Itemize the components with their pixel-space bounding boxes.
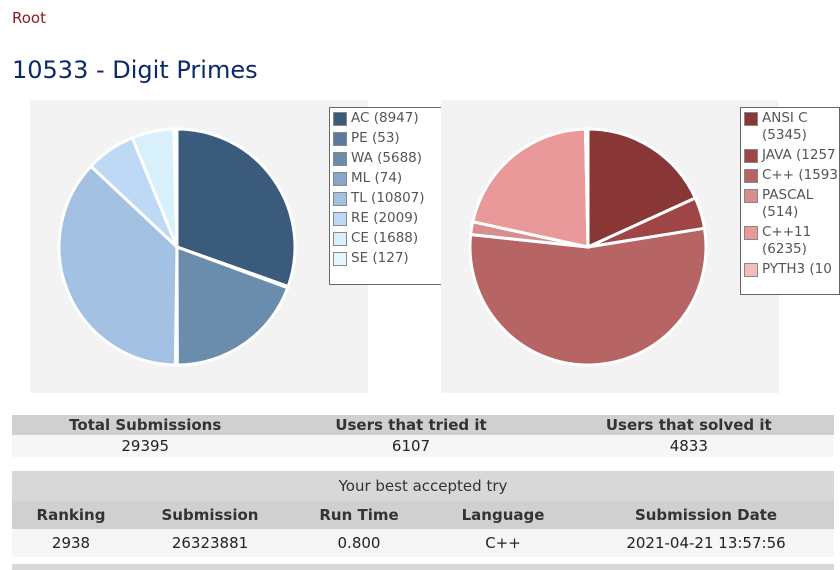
legend-label: TL (10807) bbox=[351, 190, 425, 206]
best-ranking-value: 2938 bbox=[12, 529, 130, 557]
legend-swatch bbox=[744, 149, 758, 163]
stats-tried-value: 6107 bbox=[278, 435, 544, 457]
legend-label: ML (74) bbox=[351, 170, 403, 186]
legend-swatch bbox=[333, 112, 347, 126]
stats-table: Total Submissions Users that tried it Us… bbox=[12, 415, 834, 457]
language-chart-panel bbox=[441, 100, 779, 393]
legend-label: PE (53) bbox=[351, 130, 400, 146]
best-try-caption-row: Your best accepted try bbox=[12, 471, 834, 501]
legend-label: C++ (1593 bbox=[762, 167, 838, 183]
page-title: 10533 - Digit Primes bbox=[12, 56, 258, 84]
stats-header-solved: Users that solved it bbox=[543, 415, 834, 435]
language-pie-chart bbox=[468, 127, 708, 367]
legend-swatch bbox=[333, 252, 347, 266]
stats-header-tried: Users that tried it bbox=[278, 415, 544, 435]
best-try-header-row: Ranking Submission Run Time Language Sub… bbox=[12, 501, 834, 529]
best-runtime-value: 0.800 bbox=[290, 529, 428, 557]
verdict-legend-item-6: CE (1688) bbox=[333, 230, 443, 247]
best-date-value: 2021-04-21 13:57:56 bbox=[578, 529, 834, 557]
legend-label: PASCAL (514) bbox=[762, 187, 814, 220]
best-try-value-row: 2938 26323881 0.800 C++ 2021-04-21 13:57… bbox=[12, 529, 834, 557]
verdict-legend-item-2: WA (5688) bbox=[333, 150, 443, 167]
verdict-pie-chart bbox=[57, 127, 297, 367]
language-legend-item-1: JAVA (1257 bbox=[744, 147, 836, 164]
legend-label: AC (8947) bbox=[351, 110, 419, 126]
legend-label: PYTH3 (10 bbox=[762, 261, 832, 277]
best-header-runtime: Run Time bbox=[290, 501, 428, 529]
legend-swatch bbox=[333, 152, 347, 166]
language-legend: ANSI C (5345) JAVA (1257 C++ (1593 PASCAL (… bbox=[740, 107, 840, 295]
language-legend-item-4: C++11 (6235) bbox=[744, 224, 836, 258]
legend-label: ANSI C (5345) bbox=[762, 110, 808, 143]
best-submission-value[interactable]: 26323881 bbox=[130, 529, 290, 557]
language-slice-2 bbox=[468, 226, 708, 367]
legend-label: RE (2009) bbox=[351, 210, 419, 226]
legend-swatch bbox=[333, 132, 347, 146]
stats-solved-value: 4833 bbox=[543, 435, 834, 457]
verdict-legend-item-3: ML (74) bbox=[333, 170, 443, 187]
legend-label: C++11 (6235) bbox=[762, 224, 812, 257]
verdict-chart-panel bbox=[30, 100, 368, 393]
best-header-ranking: Ranking bbox=[12, 501, 130, 529]
best-header-date: Submission Date bbox=[578, 501, 834, 529]
legend-label: WA (5688) bbox=[351, 150, 423, 166]
verdict-legend-item-4: TL (10807) bbox=[333, 190, 443, 207]
verdict-legend-item-7: SE (127) bbox=[333, 250, 443, 267]
legend-swatch bbox=[333, 172, 347, 186]
legend-label: CE (1688) bbox=[351, 230, 419, 246]
legend-swatch bbox=[744, 226, 758, 240]
bottom-rule bbox=[12, 564, 834, 570]
root-link[interactable]: Root bbox=[12, 9, 46, 27]
legend-swatch bbox=[744, 112, 758, 126]
legend-swatch bbox=[333, 192, 347, 206]
legend-label: SE (127) bbox=[351, 250, 409, 266]
legend-label: JAVA (1257 bbox=[762, 147, 836, 163]
legend-swatch bbox=[744, 189, 758, 203]
stats-header-row: Total Submissions Users that tried it Us… bbox=[12, 415, 834, 435]
language-legend-item-5: PYTH3 (10 bbox=[744, 261, 836, 278]
legend-swatch bbox=[333, 212, 347, 226]
best-header-submission: Submission bbox=[130, 501, 290, 529]
stats-value-row: 29395 6107 4833 bbox=[12, 435, 834, 457]
language-legend-item-3: PASCAL (514) bbox=[744, 187, 836, 221]
best-try-table: Your best accepted try Ranking Submissio… bbox=[12, 471, 834, 557]
stats-total-value: 29395 bbox=[12, 435, 279, 457]
verdict-legend: AC (8947) PE (53) WA (5688) ML (74) TL (1080… bbox=[329, 107, 447, 285]
verdict-legend-item-5: RE (2009) bbox=[333, 210, 443, 227]
legend-swatch bbox=[744, 169, 758, 183]
verdict-legend-item-1: PE (53) bbox=[333, 130, 443, 147]
legend-swatch bbox=[744, 263, 758, 277]
legend-swatch bbox=[333, 232, 347, 246]
stats-header-total: Total Submissions bbox=[12, 415, 279, 435]
language-legend-item-2: C++ (1593 bbox=[744, 167, 838, 184]
best-header-language: Language bbox=[428, 501, 578, 529]
language-legend-item-0: ANSI C (5345) bbox=[744, 110, 836, 144]
best-try-caption: Your best accepted try bbox=[12, 471, 834, 501]
verdict-legend-item-0: AC (8947) bbox=[333, 110, 443, 127]
best-language-value: C++ bbox=[428, 529, 578, 557]
